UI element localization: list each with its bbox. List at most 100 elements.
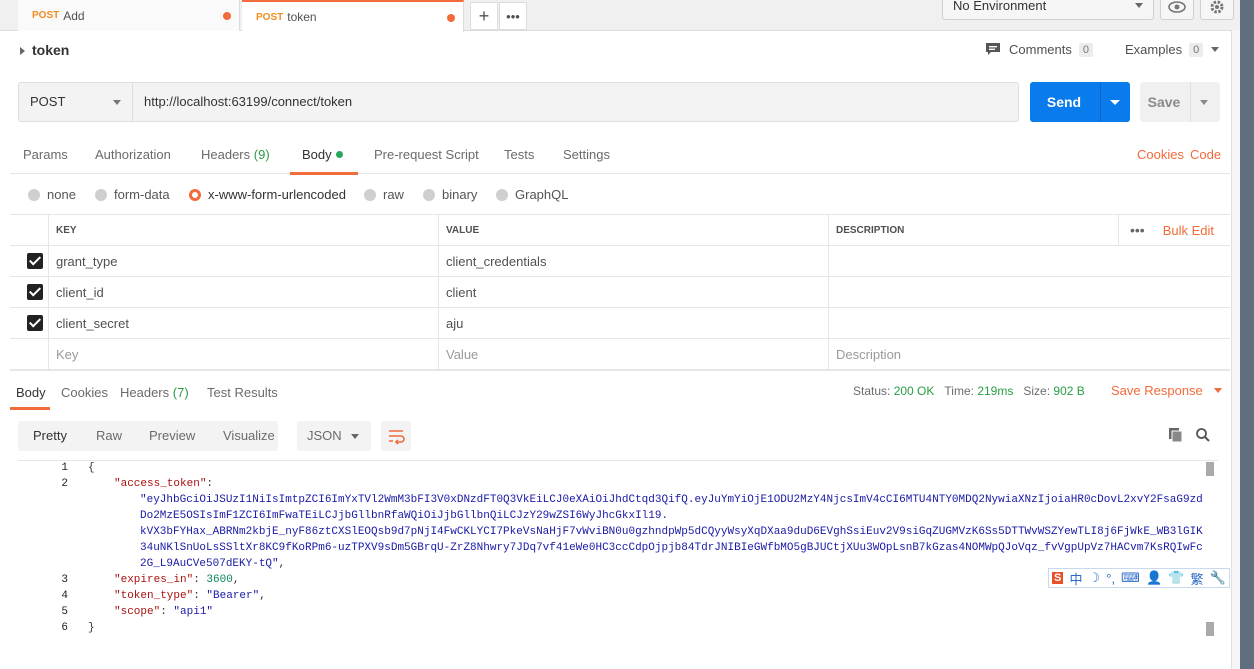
radio-label: raw [383,187,404,202]
chevron-down-icon[interactable] [1110,100,1120,105]
radio-binary[interactable]: binary [423,187,477,202]
method-select[interactable]: POST [18,82,133,122]
checkbox-checked[interactable] [27,253,43,269]
request-title[interactable]: token [20,42,69,58]
new-tab-plus-icon[interactable]: + [470,2,498,30]
comments-button[interactable]: Comments 0 [985,42,1093,57]
pretty-button[interactable]: Pretty [33,421,67,451]
ime-mode-toggle[interactable]: 中 [1069,569,1082,588]
user-icon[interactable]: 👤 [1146,570,1162,586]
key-cell[interactable]: grant_type [48,246,438,276]
cookies-link[interactable]: Cookies [1137,147,1184,162]
value-input[interactable]: Value [438,339,828,369]
tab-response-cookies[interactable]: Cookies [61,385,108,400]
request-tab-bar: POST Add POST token + ••• No Environment [0,0,1240,32]
tab-headers[interactable]: Headers (9) [201,147,270,162]
tab-prerequest-script[interactable]: Pre-request Script [374,147,479,162]
tab-authorization[interactable]: Authorization [95,147,171,162]
gear-icon[interactable] [1200,0,1234,20]
description-cell[interactable] [828,308,1230,338]
tab-test-results[interactable]: Test Results [207,385,278,400]
code-text: : [160,606,174,618]
value-header: VALUE [438,215,828,245]
wrench-icon[interactable]: 🔧 [1210,570,1226,586]
skin-icon[interactable]: 👕 [1168,570,1184,586]
scrollbar-thumb[interactable] [1206,622,1214,636]
code-link[interactable]: Code [1190,147,1221,162]
key-cell[interactable]: client_secret [48,308,438,338]
view-mode-toggle: Pretty Raw Preview Visualize [18,421,278,451]
tab-params[interactable]: Params [23,147,68,162]
examples-dropdown[interactable]: Examples 0 [1125,42,1220,57]
value-cell[interactable]: aju [438,308,828,338]
visualize-button[interactable]: Visualize [223,421,275,451]
url-input[interactable]: http://localhost:63199/connect/token [133,82,1019,122]
tab-settings[interactable]: Settings [563,147,610,162]
copy-icon[interactable] [1168,427,1184,443]
traditional-toggle[interactable]: 繁 [1191,569,1204,588]
search-icon[interactable] [1195,427,1211,443]
json-string: kVX3bFYHax_ABRNm2kbjE_nyF86ztCXSlEOQsb9d… [140,526,1203,538]
more-options-icon[interactable]: ••• [1130,222,1145,238]
moon-icon[interactable]: ☽ [1089,570,1101,586]
save-response-label: Save Response [1111,383,1203,398]
keyboard-icon[interactable]: ⌨ [1121,570,1140,586]
line-number: 4 [61,590,68,602]
comment-icon [986,43,1000,55]
body-indicator-dot-icon [335,151,343,158]
tab-body[interactable]: Body [302,147,343,162]
response-body-editor[interactable]: 1 { 2 "access_token": "eyJhbGciOiJSUzI1N… [18,460,1218,669]
tab-post-add[interactable]: POST Add [18,0,240,31]
punctuation-icon[interactable]: °, [1106,571,1115,586]
bulk-edit-link[interactable]: Bulk Edit [1163,223,1214,238]
checkbox-checked[interactable] [27,315,43,331]
json-string: 34uNKlSnUoLsSSltXr8KC9fKoRPm6-uzTPXV9sDm… [140,542,1203,554]
status-value[interactable]: 200 OK [894,384,935,398]
sogou-logo-icon[interactable]: S [1052,572,1064,584]
time-value[interactable]: 219ms [977,384,1013,398]
description-cell[interactable] [828,246,1230,276]
preview-button[interactable]: Preview [149,421,195,451]
radio-form-data[interactable]: form-data [95,187,170,202]
tab-response-body[interactable]: Body [16,385,46,400]
checkbox-checked[interactable] [27,284,43,300]
radio-raw[interactable]: raw [364,187,404,202]
radio-label: form-data [114,187,170,202]
tab-tests[interactable]: Tests [504,147,534,162]
tab-response-headers[interactable]: Headers (7) [120,385,189,400]
description-cell[interactable] [828,277,1230,307]
save-label: Save [1147,94,1181,110]
size-value[interactable]: 902 B [1053,384,1084,398]
send-button[interactable]: Send [1030,82,1130,122]
save-button[interactable]: Save [1140,82,1220,122]
code-text: : [193,590,207,602]
value-cell[interactable]: client [438,277,828,307]
chevron-down-icon[interactable] [1200,100,1208,105]
save-response-button[interactable]: Save Response [1111,383,1223,398]
line-number: 5 [61,606,68,618]
more-tabs-icon[interactable]: ••• [499,2,527,30]
radio-label: GraphQL [515,187,569,202]
desktop-edge [1240,0,1254,669]
format-select[interactable]: JSON [297,421,371,451]
tab-post-token[interactable]: POST token [242,0,464,32]
eye-icon[interactable] [1160,0,1194,20]
wrap-lines-icon[interactable] [381,421,411,451]
environment-select[interactable]: No Environment [942,0,1154,20]
method-value: POST [30,94,66,109]
key-input[interactable]: Key [48,339,438,369]
radio-urlencoded[interactable]: x-www-form-urlencoded [189,187,346,202]
code-text: , [232,574,240,586]
radio-graphql[interactable]: GraphQL [496,187,568,202]
scrollbar-thumb[interactable] [1206,462,1214,476]
key-cell[interactable]: client_id [48,277,438,307]
value-cell[interactable]: client_credentials [438,246,828,276]
code-line: "scope": "api1" [114,606,213,618]
json-key: "expires_in" [114,574,194,586]
raw-button[interactable]: Raw [96,421,122,451]
json-string: "api1" [173,606,214,618]
radio-none[interactable]: none [28,187,76,202]
description-input[interactable]: Description [828,339,1230,369]
json-string: Do2MzE5OSIsImF1ZCI6ImFwaTEiLCJjbGllbnRfa… [140,510,669,522]
radio-circle [95,188,107,201]
